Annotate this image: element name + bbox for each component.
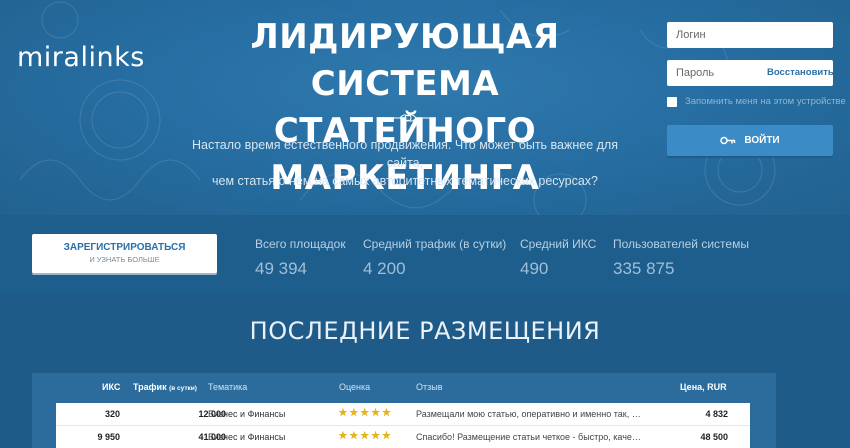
cell-topic: Бизнес и Финансы [208, 432, 286, 442]
cell-iks: 320 [104, 409, 120, 419]
latest-placements-section: ПОСЛЕДНИЕ РАЗМЕЩЕНИЯ ИКС Трафик (в сутки… [0, 293, 850, 448]
star-icon: ★ [370, 407, 381, 419]
cell-review: Спасибо! Размещение статьи четкое - быст… [416, 432, 641, 442]
rating-stars: ★ ★ ★ ★ ★ [338, 408, 392, 419]
login-button[interactable]: ВОЙТИ [667, 125, 833, 156]
stat-avg-iks: Средний ИКС 490 [520, 237, 596, 279]
remember-me-label: Запомнить меня на этом устройстве [685, 96, 846, 107]
star-icon: ★ [348, 407, 359, 419]
ornament-divider-icon [380, 114, 436, 122]
stat-value: 490 [520, 259, 549, 278]
hero-subtitle-line2: чем статья о нём на самых авторитетных т… [212, 174, 598, 188]
hero-title-line1: ЛИДИРУЮЩАЯ СИСТЕМА [250, 17, 560, 104]
login-input[interactable] [667, 22, 833, 48]
hero-section: miralinks ЛИДИРУЮЩАЯ СИСТЕМА СТАТЕЙНОГО … [0, 0, 850, 215]
key-icon [720, 136, 736, 145]
stat-avg-traffic: Средний трафик (в сутки) 4 200 [363, 237, 506, 279]
stat-value: 335 875 [613, 259, 675, 278]
rating-stars: ★ ★ ★ ★ ★ [338, 431, 392, 442]
table-row[interactable]: 9 950 41 000 Бизнес и Финансы ★ ★ ★ ★ ★ Спас… [56, 426, 750, 448]
register-button[interactable]: ЗАРЕГИСТРИРОВАТЬСЯ И УЗНАТЬ БОЛЬШЕ [32, 234, 217, 273]
cell-iks: 9 950 [97, 432, 120, 442]
stat-label: Пользователей системы [613, 237, 749, 251]
register-button-sublabel: И УЗНАТЬ БОЛЬШЕ [89, 255, 160, 264]
star-icon: ★ [348, 430, 359, 442]
star-icon: ★ [359, 407, 370, 419]
table-header: ИКС Трафик (в сутки) Тематика Оценка Отз… [32, 382, 776, 396]
stat-users: Пользователей системы 335 875 [613, 237, 749, 279]
remember-me-checkbox[interactable] [667, 96, 677, 107]
stat-value: 49 394 [255, 259, 307, 278]
stats-band: ЗАРЕГИСТРИРОВАТЬСЯ И УЗНАТЬ БОЛЬШЕ Всего… [0, 215, 850, 293]
column-header-traffic-label: Трафик [133, 382, 167, 392]
column-header-traffic-note: (в сутки) [169, 385, 197, 392]
stat-label: Средний трафик (в сутки) [363, 237, 507, 251]
cell-price: 48 500 [700, 432, 728, 442]
register-button-label: ЗАРЕГИСТРИРОВАТЬСЯ [63, 242, 186, 253]
stat-label: Всего площадок [255, 237, 346, 251]
column-header-price[interactable]: Цена, RUR [680, 382, 727, 392]
cell-price: 4 832 [705, 409, 728, 419]
stat-total-sites: Всего площадок 49 394 [255, 237, 346, 279]
star-icon: ★ [338, 430, 348, 442]
stat-value: 4 200 [363, 259, 406, 278]
hero-subtitle-line1: Настало время естественного продвижения.… [191, 138, 618, 170]
star-icon: ★ [359, 430, 370, 442]
table-row[interactable]: 320 12 000 Бизнес и Финансы ★ ★ ★ ★ ★ Размещ… [56, 403, 750, 426]
star-icon: ★ [338, 407, 348, 419]
column-header-traffic[interactable]: Трафик (в сутки) [133, 382, 197, 392]
stat-label: Средний ИКС [520, 237, 597, 251]
cell-topic: Бизнес и Финансы [208, 409, 286, 419]
star-icon: ★ [381, 407, 392, 419]
column-header-rating[interactable]: Оценка [339, 382, 370, 392]
login-button-label: ВОЙТИ [744, 135, 780, 146]
restore-password-link[interactable]: Восстановить [767, 67, 834, 78]
section-title: ПОСЛЕДНИЕ РАЗМЕЩЕНИЯ [249, 317, 601, 345]
star-icon: ★ [381, 430, 392, 442]
column-header-topic[interactable]: Тематика [208, 382, 247, 392]
column-header-review[interactable]: Отзыв [416, 382, 443, 392]
remember-me: Запомнить меня на этом устройстве [667, 96, 846, 107]
placements-table: ИКС Трафик (в сутки) Тематика Оценка Отз… [32, 373, 776, 448]
column-header-iks[interactable]: ИКС [102, 382, 120, 392]
miralinks-logo[interactable]: miralinks [17, 42, 145, 73]
cell-review: Размещали мою статью, оперативно и именн… [416, 409, 641, 419]
star-icon: ★ [370, 430, 381, 442]
hero-subtitle: Настало время естественного продвижения.… [180, 136, 630, 190]
